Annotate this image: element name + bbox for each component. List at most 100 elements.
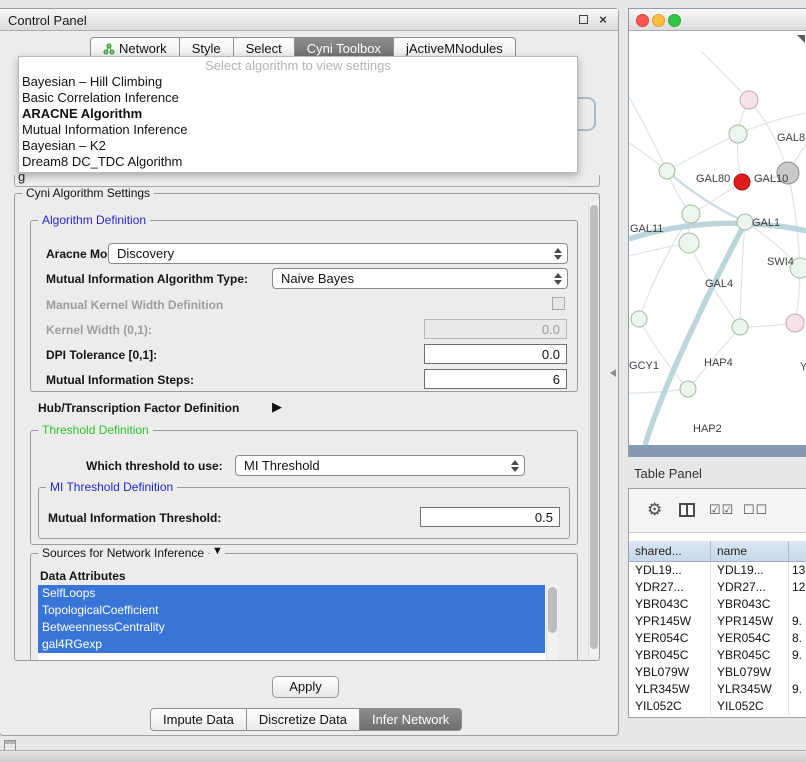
node-label: GAL10: [754, 173, 788, 185]
network-node[interactable]: [680, 381, 696, 397]
table-row[interactable]: YIL052C YIL052C: [629, 698, 806, 715]
aracne-mode-select[interactable]: Discovery: [108, 243, 568, 264]
network-node[interactable]: [737, 214, 753, 230]
cell-shared-name: YPR145W: [629, 613, 711, 630]
tab-style-label: Style: [192, 41, 221, 56]
kernel-width-label: Kernel Width (0,1):: [46, 323, 152, 337]
table-panel-title: Table Panel: [634, 466, 702, 481]
algorithm-dropdown-list: Select algorithm to view settings Bayesi…: [18, 56, 578, 173]
which-threshold-value: MI Threshold: [244, 458, 320, 473]
splitter-collapse-icon[interactable]: [610, 369, 616, 377]
table-toolbar: ⚙ ☑☑ ☐☐: [629, 489, 806, 533]
control-panel-titlebar[interactable]: Control Panel ×: [0, 9, 618, 31]
network-window-frame[interactable]: [629, 445, 806, 457]
mi-algorithm-type-select[interactable]: Naive Bayes: [272, 268, 568, 289]
network-canvas[interactable]: GAL8... GAL80 GAL10 GAL11 GAL1 SWI4 GAL4…: [629, 31, 806, 445]
attribute-item-selected[interactable]: SelfLoops: [38, 585, 545, 602]
node-label: GAL4: [705, 278, 733, 290]
tab-discretize-data[interactable]: Discretize Data: [247, 708, 360, 731]
network-node[interactable]: [732, 319, 748, 335]
sources-title[interactable]: Sources for Network Inference: [38, 546, 208, 560]
table-row[interactable]: YDR27... YDR27... 12: [629, 579, 806, 596]
cyni-algorithm-settings-title: Cyni Algorithm Settings: [22, 186, 154, 200]
kernel-width-input[interactable]: [424, 319, 567, 339]
which-threshold-select[interactable]: MI Threshold: [235, 455, 525, 476]
cell-value: 13: [789, 562, 806, 579]
network-graph[interactable]: [629, 31, 806, 445]
algorithm-option[interactable]: Dream8 DC_TDC Algorithm: [19, 154, 577, 170]
dpi-tolerance-input[interactable]: [424, 344, 567, 364]
table-row[interactable]: YBR043C YBR043C: [629, 596, 806, 613]
node-label: Y: [800, 361, 806, 373]
algorithm-option-selected[interactable]: ARACNE Algorithm: [19, 106, 577, 122]
expand-right-icon[interactable]: ▶: [272, 399, 282, 415]
desktop: Control Panel × Network Style Se: [0, 0, 806, 762]
tab-infer-network-label: Infer Network: [372, 712, 449, 727]
cell-name: YER054C: [711, 630, 789, 647]
table-row[interactable]: YLR345W YLR345W 9.: [629, 681, 806, 698]
column-view-icon[interactable]: [679, 503, 695, 517]
attribute-item-selected[interactable]: TopologicalCoefficient: [38, 602, 545, 619]
close-window-icon[interactable]: ×: [596, 13, 610, 27]
algorithm-option[interactable]: Bayesian – K2: [19, 138, 577, 154]
table-body: YDL19... YDL19... 13 YDR27... YDR27... 1…: [629, 562, 806, 718]
control-panel-bottom-tabs: Impute Data Discretize Data Infer Networ…: [150, 708, 462, 731]
column-header-extra[interactable]: [789, 541, 806, 562]
network-thick-edges: [629, 221, 806, 445]
apply-button[interactable]: Apply: [272, 676, 339, 698]
table-row[interactable]: YBR045C YBR045C 9.: [629, 647, 806, 664]
tab-jactivemnodules-label: jActiveMNodules: [406, 41, 503, 56]
attributes-scrollbar-thumb[interactable]: [548, 587, 557, 633]
cell-value: [789, 698, 806, 715]
algorithm-option[interactable]: Basic Correlation Inference: [19, 90, 577, 106]
table-row[interactable]: YBL079W YBL079W: [629, 664, 806, 681]
tab-discretize-data-label: Discretize Data: [259, 712, 347, 727]
network-node[interactable]: [631, 311, 647, 327]
attribute-item-selected[interactable]: gal4RGexp: [38, 636, 545, 653]
algorithm-option[interactable]: Mutual Information Inference: [19, 122, 577, 138]
table-row[interactable]: YPR145W YPR145W 9.: [629, 613, 806, 630]
settings-scrollbar[interactable]: [588, 201, 599, 656]
cell-name: YIL052C: [711, 698, 789, 715]
tab-infer-network[interactable]: Infer Network: [360, 708, 462, 731]
tab-impute-data[interactable]: Impute Data: [150, 708, 247, 731]
attribute-item-selected[interactable]: BetweennessCentrality: [38, 619, 545, 636]
cell-name: YLR345W: [711, 681, 789, 698]
deselect-all-columns-icon[interactable]: ☐☐: [743, 502, 768, 518]
table-row[interactable]: YER054C YER054C 8.: [629, 630, 806, 647]
mi-steps-input[interactable]: [424, 369, 567, 389]
network-node[interactable]: [679, 233, 699, 253]
table-row[interactable]: YDL19... YDL19... 13: [629, 562, 806, 579]
mi-threshold-input[interactable]: [420, 507, 560, 527]
network-node[interactable]: [682, 205, 700, 223]
network-node-red[interactable]: [734, 174, 750, 190]
network-node[interactable]: [659, 163, 675, 179]
mi-threshold-definition-title: MI Threshold Definition: [46, 480, 177, 494]
node-label: HAP2: [693, 423, 722, 435]
node-label: GAL8...: [777, 132, 806, 144]
attributes-scrollbar[interactable]: [546, 585, 558, 660]
network-node[interactable]: [729, 125, 747, 143]
manual-kernel-width-checkbox[interactable]: [552, 297, 565, 310]
gear-icon[interactable]: ⚙: [647, 500, 662, 520]
mi-algorithm-type-value: Naive Bayes: [281, 271, 354, 286]
network-window-titlebar[interactable]: [629, 9, 806, 31]
close-traffic-icon[interactable]: [636, 14, 649, 27]
zoom-traffic-icon[interactable]: [668, 14, 681, 27]
minimize-traffic-icon[interactable]: [652, 14, 665, 27]
network-node[interactable]: [786, 314, 804, 332]
column-header-shared[interactable]: shared...: [629, 541, 711, 562]
combo-arrows-icon: [511, 460, 519, 472]
cell-shared-name: YBR045C: [629, 647, 711, 664]
network-node[interactable]: [740, 91, 758, 109]
settings-scrollbar-thumb[interactable]: [590, 205, 598, 649]
float-window-icon[interactable]: [576, 13, 590, 27]
cell-shared-name: YBL079W: [629, 664, 711, 681]
node-label: HAP4: [704, 357, 733, 369]
select-all-columns-icon[interactable]: ☑☑: [709, 502, 734, 518]
mi-threshold-label: Mutual Information Threshold:: [48, 511, 221, 525]
algorithm-option[interactable]: Bayesian – Hill Climbing: [19, 74, 577, 90]
column-header-name[interactable]: name: [711, 541, 789, 562]
hub-section-label[interactable]: Hub/Transcription Factor Definition: [38, 401, 239, 415]
expand-down-icon[interactable]: ▼: [210, 545, 225, 557]
